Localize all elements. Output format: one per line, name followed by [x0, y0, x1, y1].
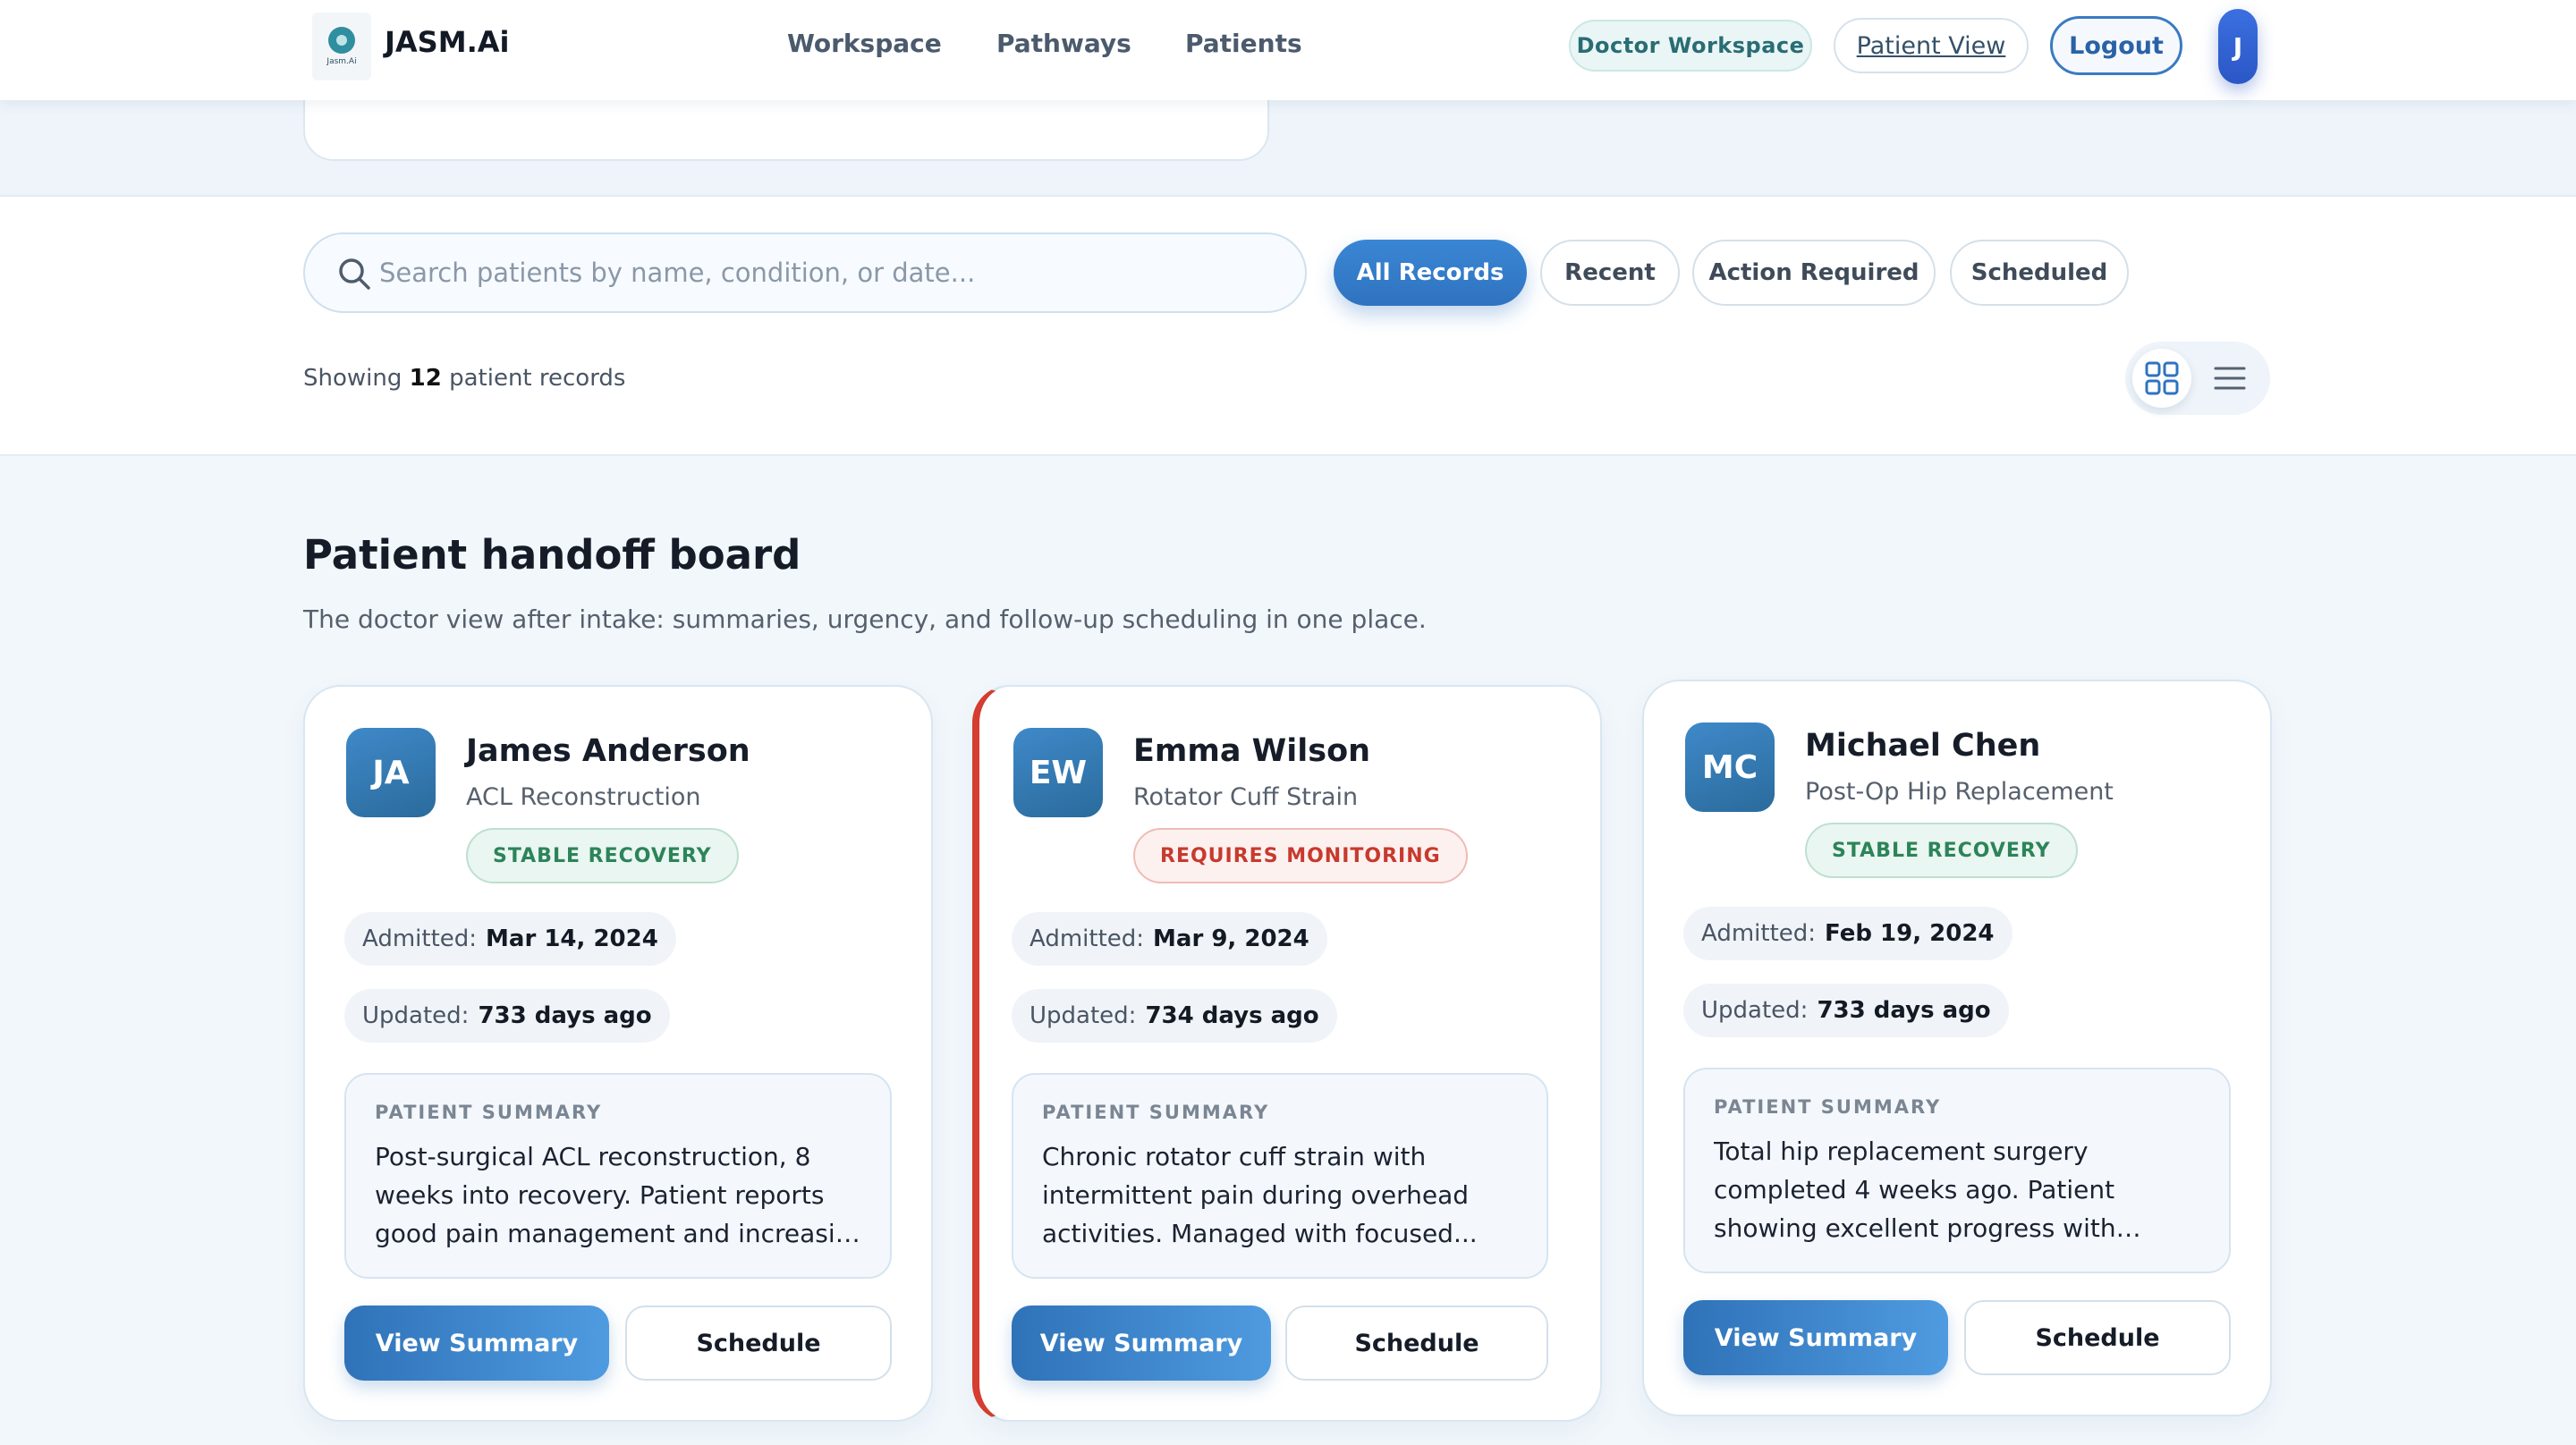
top-navigation-bar: Jasm.Ai JASM.Ai Workspace Pathways Patie… — [0, 0, 2576, 100]
admitted-value: Mar 14, 2024 — [486, 925, 658, 952]
results-prefix: Showing — [303, 365, 402, 392]
patient-summary: PATIENT SUMMARY Post-surgical ACL recons… — [344, 1073, 892, 1279]
list-view-icon — [2214, 367, 2246, 390]
admitted-label: Admitted: — [1030, 925, 1145, 952]
patient-avatar: EW — [1013, 728, 1103, 817]
view-summary-button[interactable]: View Summary — [1012, 1306, 1271, 1381]
grid-view-button[interactable] — [2132, 349, 2191, 408]
admitted-value: Feb 19, 2024 — [1825, 920, 1995, 947]
nav-pathways[interactable]: Pathways — [996, 29, 1131, 58]
admitted-date: Admitted: Mar 14, 2024 — [344, 912, 676, 966]
schedule-button[interactable]: Schedule — [1285, 1306, 1548, 1381]
summary-text: Post-surgical ACL reconstruction, 8 week… — [375, 1142, 868, 1248]
summary-text: Chronic rotator cuff strain with intermi… — [1042, 1142, 1478, 1248]
filter-action-required[interactable]: Action Required — [1692, 240, 1936, 306]
patient-card: EW Emma Wilson Rotator Cuff Strain REQUI… — [972, 685, 1602, 1422]
updated-value: 733 days ago — [1817, 997, 1991, 1024]
filter-all-records[interactable]: All Records — [1334, 240, 1527, 306]
status-badge: STABLE RECOVERY — [1805, 823, 2078, 878]
board-title: Patient handoff board — [303, 531, 801, 579]
summary-label: PATIENT SUMMARY — [1714, 1096, 1942, 1118]
results-suffix: patient records — [449, 365, 626, 392]
updated-date: Updated: 733 days ago — [1683, 984, 2009, 1037]
patient-name: Michael Chen — [1805, 728, 2041, 764]
summary-label: PATIENT SUMMARY — [1042, 1102, 1270, 1123]
list-view-button[interactable] — [2200, 349, 2259, 408]
patient-name: James Anderson — [466, 733, 750, 769]
brand-logo[interactable]: Jasm.Ai — [312, 13, 371, 80]
results-number: 12 — [409, 365, 442, 392]
patient-view-link[interactable]: Patient View — [1834, 18, 2029, 73]
patient-condition: Post-Op Hip Replacement — [1805, 778, 2114, 806]
admitted-label: Admitted: — [362, 925, 478, 952]
admitted-label: Admitted: — [1701, 920, 1817, 947]
updated-label: Updated: — [1030, 1002, 1137, 1029]
updated-value: 733 days ago — [478, 1002, 652, 1029]
nav-patients[interactable]: Patients — [1185, 29, 1302, 58]
search-input[interactable] — [379, 250, 1283, 295]
logo-text: Jasm.Ai — [326, 57, 357, 66]
schedule-button[interactable]: Schedule — [625, 1306, 892, 1381]
nav-workspace[interactable]: Workspace — [787, 29, 942, 58]
status-badge: REQUIRES MONITORING — [1133, 828, 1468, 883]
view-summary-button[interactable]: View Summary — [344, 1306, 609, 1381]
updated-label: Updated: — [362, 1002, 470, 1029]
admitted-date: Admitted: Feb 19, 2024 — [1683, 907, 2012, 960]
updated-label: Updated: — [1701, 997, 1809, 1024]
filter-recent[interactable]: Recent — [1540, 240, 1680, 306]
patient-card: MC Michael Chen Post-Op Hip Replacement … — [1642, 680, 2272, 1416]
view-summary-button[interactable]: View Summary — [1683, 1300, 1948, 1375]
updated-date: Updated: 734 days ago — [1012, 989, 1337, 1043]
updated-date: Updated: 733 days ago — [344, 989, 670, 1043]
patient-summary: PATIENT SUMMARY Total hip replacement su… — [1683, 1068, 2231, 1273]
updated-value: 734 days ago — [1145, 1002, 1319, 1029]
patient-summary: PATIENT SUMMARY Chronic rotator cuff str… — [1012, 1073, 1548, 1279]
summary-text: Total hip replacement surgery completed … — [1714, 1137, 2116, 1243]
filter-scheduled[interactable]: Scheduled — [1950, 240, 2129, 306]
search-icon — [339, 258, 370, 290]
status-badge: STABLE RECOVERY — [466, 828, 739, 883]
board-subtitle: The doctor view after intake: summaries,… — [303, 604, 1427, 634]
schedule-button[interactable]: Schedule — [1964, 1300, 2231, 1375]
user-avatar[interactable]: J — [2218, 9, 2258, 84]
brand-name[interactable]: JASM.Ai — [385, 25, 509, 59]
patient-avatar: JA — [346, 728, 436, 817]
patient-condition: ACL Reconstruction — [466, 783, 701, 811]
grid-view-icon — [2145, 361, 2179, 395]
summary-label: PATIENT SUMMARY — [375, 1102, 603, 1123]
patient-name: Emma Wilson — [1133, 733, 1371, 769]
logo-icon — [328, 27, 355, 54]
patient-avatar: MC — [1685, 722, 1775, 812]
patient-condition: Rotator Cuff Strain — [1133, 783, 1359, 811]
admitted-value: Mar 9, 2024 — [1153, 925, 1309, 952]
patient-card: JA James Anderson ACL Reconstruction STA… — [303, 685, 933, 1422]
logout-button[interactable]: Logout — [2050, 16, 2182, 75]
results-count: Showing 12 patient records — [303, 365, 625, 392]
admitted-date: Admitted: Mar 9, 2024 — [1012, 912, 1327, 966]
doctor-workspace-badge[interactable]: Doctor Workspace — [1569, 20, 1812, 72]
